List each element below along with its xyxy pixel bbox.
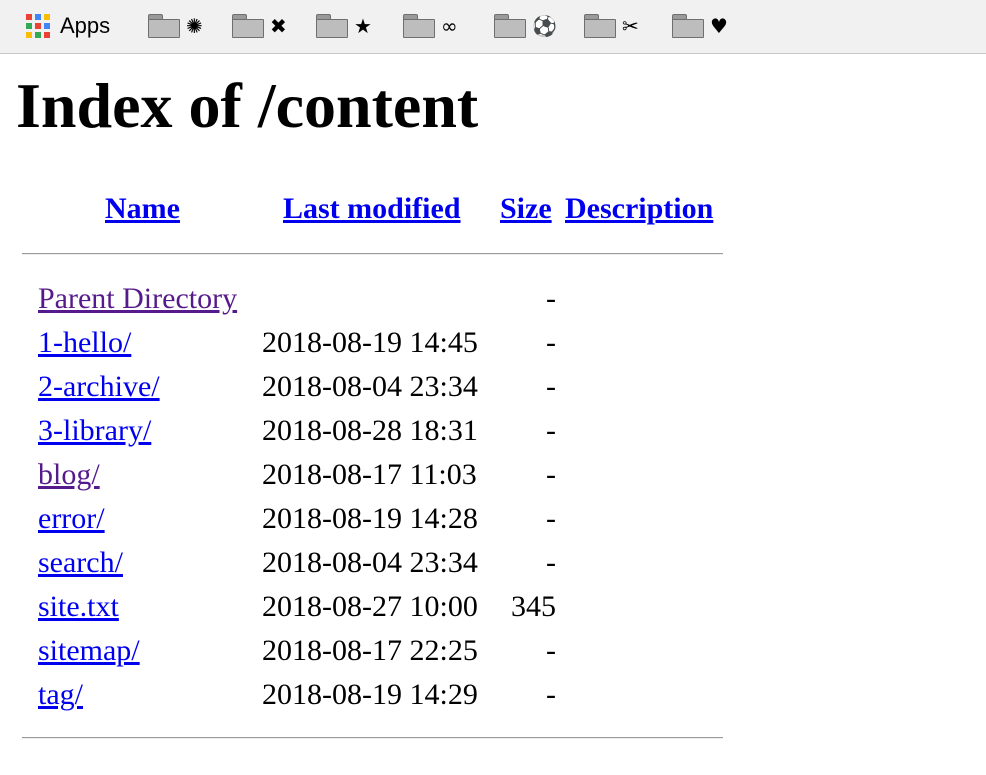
size-cell: -: [546, 458, 556, 491]
cross-icon: ✖: [270, 14, 287, 38]
bookmark-folder[interactable]: ✖: [232, 9, 287, 43]
folder-icon: [494, 14, 526, 38]
bookmark-folder[interactable]: ★: [316, 9, 372, 43]
size-cell: -: [546, 546, 556, 579]
folder-icon: [403, 14, 435, 38]
sort-by-last-modified-link[interactable]: Last modified: [283, 192, 461, 226]
bookmark-folder[interactable]: ✺: [148, 9, 203, 43]
size-cell: -: [546, 326, 556, 359]
parent-directory-link[interactable]: Parent Directory: [38, 281, 237, 317]
size-cell: -: [546, 414, 556, 447]
soccer-ball-icon: ⚽: [532, 14, 557, 38]
bookmark-folder[interactable]: ✂: [584, 9, 639, 43]
entry-name-link[interactable]: tag/: [38, 677, 83, 713]
entry-name-link[interactable]: 3-library/: [38, 413, 151, 449]
bookmarks-bar: Apps ✺ ✖ ★ ∞ ⚽ ✂ ♥: [0, 0, 986, 54]
size-cell: -: [546, 282, 556, 315]
footer-divider: [22, 737, 723, 739]
folder-icon: [584, 14, 616, 38]
folder-icon: [316, 14, 348, 38]
size-cell: -: [546, 634, 556, 667]
sort-by-name-link[interactable]: Name: [105, 192, 180, 226]
heart-icon: ♥: [710, 14, 728, 38]
header-divider: [22, 253, 723, 255]
apps-shortcut[interactable]: Apps: [26, 9, 110, 43]
page-title: Index of /content: [16, 70, 479, 141]
scissors-icon: ✂: [622, 14, 639, 38]
entry-name-link[interactable]: 2-archive/: [38, 369, 160, 405]
bookmark-folder[interactable]: ∞: [403, 9, 458, 43]
size-cell: -: [546, 678, 556, 711]
apps-label: Apps: [60, 13, 111, 38]
entry-name-link[interactable]: search/: [38, 545, 123, 581]
folder-icon: [672, 14, 704, 38]
folder-icon: [148, 14, 180, 38]
folder-icon: [232, 14, 264, 38]
sort-by-description-link[interactable]: Description: [565, 192, 713, 226]
bookmark-folder[interactable]: ⚽: [494, 9, 557, 43]
entry-name-link[interactable]: blog/: [38, 457, 100, 493]
entry-name-link[interactable]: sitemap/: [38, 633, 140, 669]
size-cell: 345: [511, 590, 556, 623]
sunburst-icon: ✺: [186, 14, 203, 38]
size-cell: -: [546, 370, 556, 403]
entry-name-link[interactable]: error/: [38, 501, 105, 537]
infinity-icon: ∞: [441, 14, 458, 38]
star-icon: ★: [354, 14, 372, 38]
size-cell: -: [546, 502, 556, 535]
sort-by-size-link[interactable]: Size: [500, 192, 552, 226]
bookmark-folder[interactable]: ♥: [672, 9, 728, 43]
entry-name-link[interactable]: site.txt: [38, 589, 119, 625]
apps-grid-icon: [26, 14, 50, 38]
entry-name-link[interactable]: 1-hello/: [38, 325, 131, 361]
